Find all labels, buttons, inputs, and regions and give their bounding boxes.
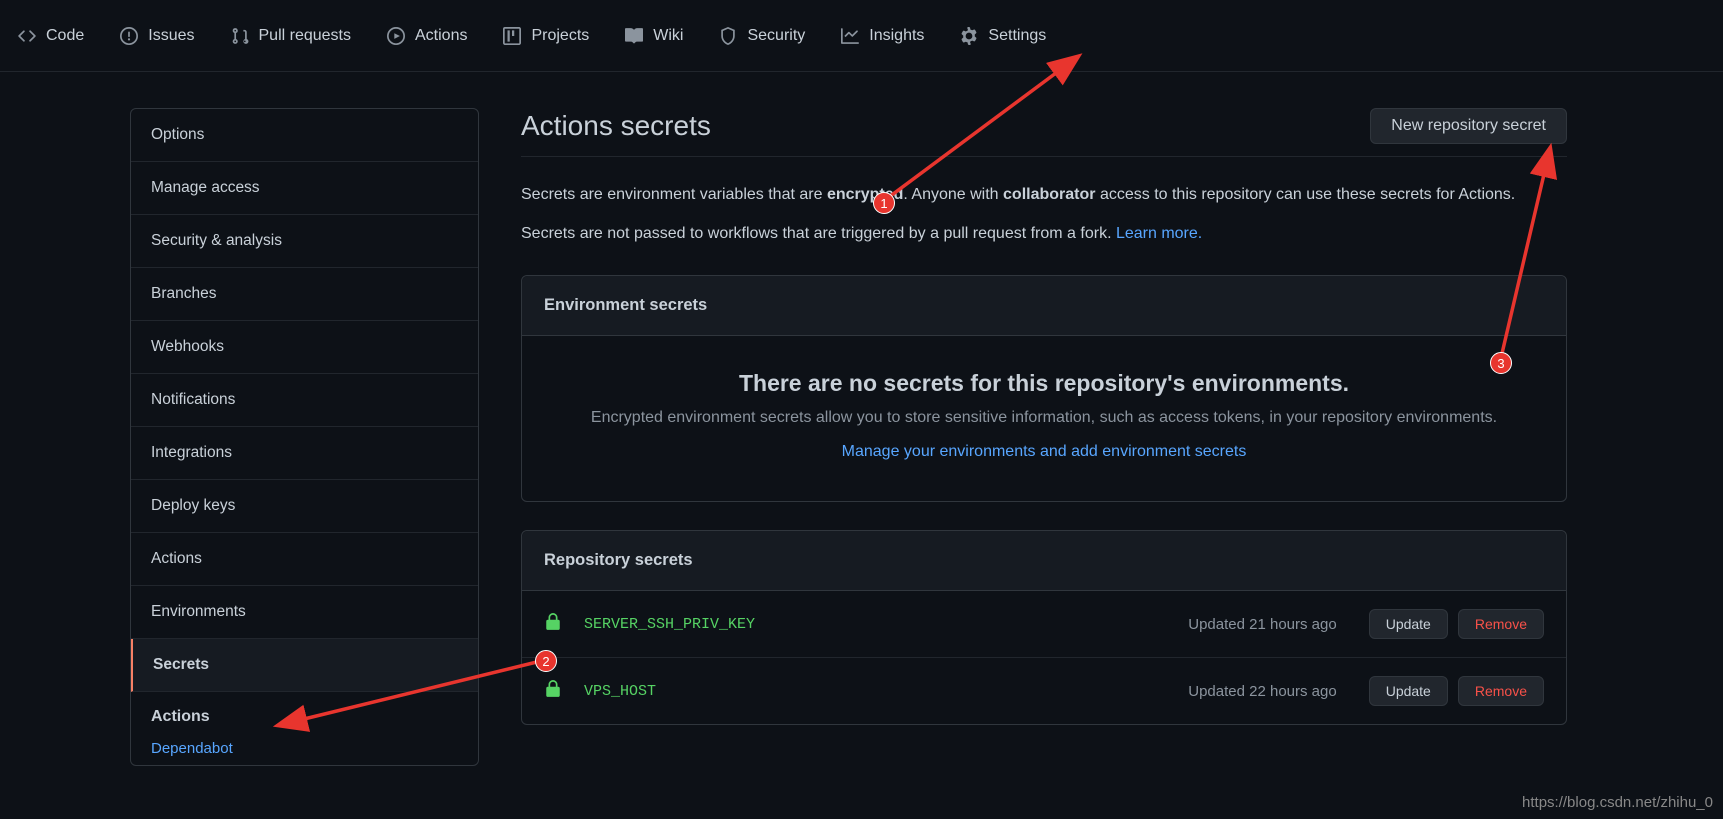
secrets-description-2: Secrets are not passed to workflows that…: [521, 220, 1567, 247]
remove-secret-button[interactable]: Remove: [1458, 676, 1544, 706]
tab-projects[interactable]: Projects: [485, 0, 607, 71]
graph-icon: [841, 27, 859, 45]
tab-pulls-label: Pull requests: [259, 27, 352, 45]
manage-environments-link[interactable]: Manage your environments and add environ…: [842, 443, 1247, 460]
sidebar-item-options[interactable]: Options: [131, 109, 478, 162]
tab-issues-label: Issues: [148, 27, 194, 45]
sidebar-item-security-analysis[interactable]: Security & analysis: [131, 215, 478, 268]
sidebar-subhead-actions: Actions: [131, 692, 478, 732]
new-repository-secret-button[interactable]: New repository secret: [1370, 108, 1567, 144]
tab-code[interactable]: Code: [0, 0, 102, 71]
code-icon: [18, 27, 36, 45]
page-title: Actions secrets: [521, 110, 711, 142]
tab-pulls[interactable]: Pull requests: [213, 0, 370, 71]
secret-updated: Updated 21 hours ago: [1188, 616, 1336, 633]
tab-wiki[interactable]: Wiki: [607, 0, 701, 71]
tab-actions-label: Actions: [415, 27, 467, 45]
secret-row: VPS_HOST Updated 22 hours ago Update Rem…: [522, 657, 1566, 724]
update-secret-button[interactable]: Update: [1369, 609, 1448, 639]
watermark: https://blog.csdn.net/zhihu_0: [1522, 794, 1713, 811]
tab-wiki-label: Wiki: [653, 27, 683, 45]
environment-secrets-panel: Environment secrets There are no secrets…: [521, 275, 1567, 502]
remove-secret-button[interactable]: Remove: [1458, 609, 1544, 639]
annotation-badge-3: 3: [1490, 352, 1512, 374]
sidebar-item-notifications[interactable]: Notifications: [131, 374, 478, 427]
tab-issues[interactable]: Issues: [102, 0, 212, 71]
sidebar-item-webhooks[interactable]: Webhooks: [131, 321, 478, 374]
tab-projects-label: Projects: [531, 27, 589, 45]
tab-insights[interactable]: Insights: [823, 0, 942, 71]
shield-icon: [719, 27, 737, 45]
repo-nav: Code Issues Pull requests Actions Projec…: [0, 0, 1723, 72]
environment-secrets-header: Environment secrets: [522, 276, 1566, 336]
tab-settings-label: Settings: [988, 27, 1046, 45]
env-empty-desc: Encrypted environment secrets allow you …: [552, 409, 1536, 427]
update-secret-button[interactable]: Update: [1369, 676, 1448, 706]
sidebar-item-deploy-keys[interactable]: Deploy keys: [131, 480, 478, 533]
sidebar-item-branches[interactable]: Branches: [131, 268, 478, 321]
repository-secrets-panel: Repository secrets SERVER_SSH_PRIV_KEY U…: [521, 530, 1567, 725]
secret-name: SERVER_SSH_PRIV_KEY: [584, 616, 1188, 633]
pull-request-icon: [231, 27, 249, 45]
sidebar-item-integrations[interactable]: Integrations: [131, 427, 478, 480]
secret-updated: Updated 22 hours ago: [1188, 683, 1336, 700]
annotation-badge-1: 1: [873, 192, 895, 214]
tab-settings[interactable]: Settings: [942, 0, 1064, 71]
sidebar-sub-dependabot[interactable]: Dependabot: [131, 732, 478, 765]
lock-icon: [544, 613, 562, 636]
settings-sidebar: Options Manage access Security & analysi…: [130, 108, 479, 766]
sidebar-item-manage-access[interactable]: Manage access: [131, 162, 478, 215]
project-icon: [503, 27, 521, 45]
secret-row: SERVER_SSH_PRIV_KEY Updated 21 hours ago…: [522, 591, 1566, 657]
book-icon: [625, 27, 643, 45]
tab-security[interactable]: Security: [701, 0, 823, 71]
learn-more-link[interactable]: Learn more.: [1116, 225, 1202, 242]
gear-icon: [960, 27, 978, 45]
repository-secrets-header: Repository secrets: [522, 531, 1566, 591]
sidebar-item-environments[interactable]: Environments: [131, 586, 478, 639]
tab-security-label: Security: [747, 27, 805, 45]
tab-code-label: Code: [46, 27, 84, 45]
tab-insights-label: Insights: [869, 27, 924, 45]
lock-icon: [544, 680, 562, 703]
play-icon: [387, 27, 405, 45]
issue-icon: [120, 27, 138, 45]
sidebar-item-actions[interactable]: Actions: [131, 533, 478, 586]
sidebar-item-secrets[interactable]: Secrets: [131, 639, 478, 692]
env-empty-title: There are no secrets for this repository…: [552, 370, 1536, 397]
secret-name: VPS_HOST: [584, 683, 1188, 700]
main-content: Actions secrets New repository secret Se…: [479, 108, 1609, 766]
secrets-description-1: Secrets are environment variables that a…: [521, 181, 1567, 208]
annotation-badge-2: 2: [535, 650, 557, 672]
tab-actions[interactable]: Actions: [369, 0, 485, 71]
